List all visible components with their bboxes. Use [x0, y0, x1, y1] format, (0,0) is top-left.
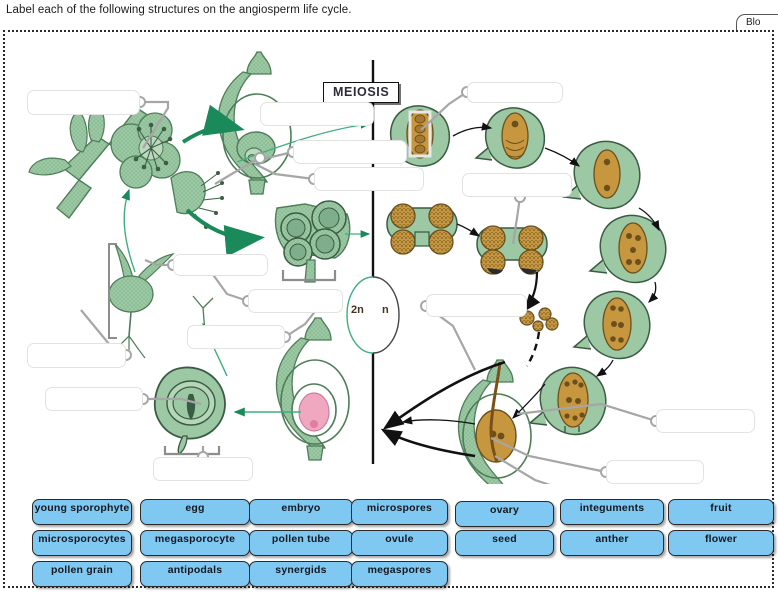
drop-target-5[interactable] [467, 82, 563, 103]
word-chip-ovule[interactable]: ovule [351, 530, 448, 556]
word-chip-pollen-grain[interactable]: pollen grain [32, 561, 132, 587]
word-chip-fruit[interactable]: fruit [668, 499, 774, 525]
arrow-ovule-2-3 [544, 147, 581, 167]
word-chip-microsporocytes[interactable]: microsporocytes [32, 530, 132, 556]
word-chip-young-sporophyte[interactable]: young sporophyte [32, 499, 132, 525]
banner-meiosis: MEIOSIS [323, 82, 400, 103]
word-chip-flower[interactable]: flower [668, 530, 774, 556]
drop-target-8[interactable] [248, 289, 343, 313]
ploidy-diploid-label: 2n [351, 304, 364, 316]
drop-target-6[interactable] [462, 173, 572, 197]
word-chip-microspores[interactable]: microspores [351, 499, 448, 525]
anther-illustration [274, 200, 351, 283]
word-bank: young sporophyte egg embryo microspores ovar… [12, 492, 774, 587]
word-chip-embryo[interactable]: embryo [249, 499, 353, 525]
ovule-embryo-sac-6 [528, 366, 607, 436]
drop-target-13[interactable] [426, 294, 527, 317]
word-chip-antipodals[interactable]: antipodals [140, 561, 250, 587]
word-chip-megaspores[interactable]: megaspores [351, 561, 448, 587]
word-chip-ovary[interactable]: ovary [455, 501, 554, 527]
ovule-megaspore-3 [562, 140, 641, 210]
arrow-flower-to-anther [185, 208, 265, 257]
instruction-text: Label each of the following structures o… [6, 4, 352, 16]
arrow-anther-cs-1-2 [456, 223, 481, 237]
ovule-megasporocyte-2 [474, 107, 546, 169]
arrow-pollen-down [525, 331, 541, 367]
corner-tab-label: Blo [746, 17, 761, 28]
arrow-ovule-4-5 [648, 281, 659, 303]
drop-target-9[interactable] [187, 325, 285, 349]
ploidy-haploid-label: n [382, 304, 389, 316]
drop-target-2[interactable] [260, 102, 374, 126]
drop-target-15[interactable] [606, 460, 704, 484]
ovule-megaspore-4 [588, 214, 667, 284]
word-chip-anther[interactable]: anther [560, 530, 664, 556]
angiosperm-life-cycle-diagram: MEIOSIS FERTILIZATION 2n n [5, 32, 772, 484]
drop-target-1[interactable] [27, 90, 140, 115]
word-chip-pollen-tube[interactable]: pollen tube [249, 530, 353, 556]
quiz-page: Label each of the following structures o… [0, 0, 778, 592]
word-chip-egg[interactable]: egg [140, 499, 250, 525]
ploidy-annotation: 2n n [344, 274, 402, 352]
drop-target-7[interactable] [173, 254, 268, 276]
word-chip-megasporocyte[interactable]: megasporocyte [140, 530, 250, 556]
drop-target-3[interactable] [293, 140, 407, 164]
anther-cross-section-2 [476, 225, 548, 275]
word-chip-synergids[interactable]: synergids [249, 561, 353, 587]
ovule-embryo-sac-5 [572, 290, 651, 360]
drop-target-14[interactable] [656, 409, 755, 433]
flower-branch-illustration [28, 103, 224, 229]
drop-target-10[interactable] [27, 343, 126, 368]
word-chip-integuments[interactable]: integuments [560, 499, 664, 525]
carpel-pollen-tube-illustration [457, 359, 532, 484]
word-chip-seed[interactable]: seed [455, 530, 554, 556]
drop-target-11[interactable] [45, 387, 143, 411]
drop-target-4[interactable] [314, 167, 424, 191]
seed-cross-section [153, 366, 226, 456]
arrow-ovule-5-6 [595, 359, 614, 377]
seedling-illustration [108, 243, 175, 359]
drop-target-12[interactable] [153, 457, 253, 481]
anther-cross-section-1 [386, 203, 458, 255]
